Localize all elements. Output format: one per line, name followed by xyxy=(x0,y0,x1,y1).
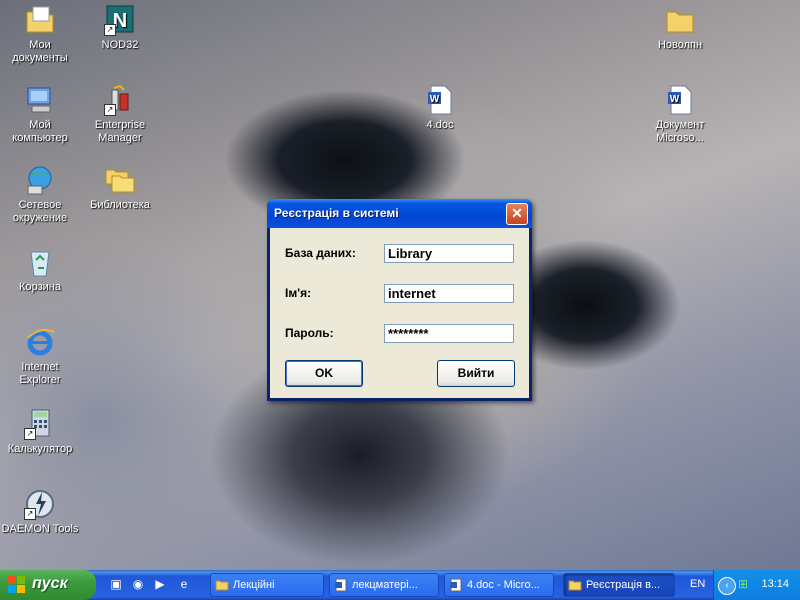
close-icon: ✕ xyxy=(511,205,523,221)
icon-label: DAEMON Tools xyxy=(1,523,79,535)
desktop-icon-daemon-tools[interactable]: ↗ DAEMON Tools xyxy=(0,488,80,536)
icon-label: Библиотека xyxy=(90,199,150,211)
desktop-icon-network[interactable]: Сетевое окружение xyxy=(0,164,80,225)
word-document-icon: W xyxy=(664,84,696,116)
icon-label: Сетевое окружение xyxy=(12,199,68,224)
desktop-icon-recycle-bin[interactable]: Корзина xyxy=(0,246,80,294)
icon-label: NOD32 xyxy=(101,39,139,51)
taskbar-item-label: Лекційні xyxy=(233,579,275,591)
dialog-body: База даних: Library Ім'я: internet Парол… xyxy=(270,228,529,398)
close-button[interactable]: ✕ xyxy=(506,203,528,225)
desktop-icon-internet-explorer[interactable]: Internet Explorer xyxy=(0,326,80,387)
icon-label: Корзина xyxy=(19,281,61,293)
media-player-icon[interactable]: ◉ xyxy=(130,576,146,592)
network-tray-icon[interactable]: ⊞ xyxy=(738,577,752,591)
internet-explorer-icon xyxy=(24,326,56,358)
icon-label: Мои документы xyxy=(12,39,68,64)
windows-logo-icon xyxy=(8,576,26,594)
name-input[interactable]: internet xyxy=(384,284,514,303)
desktop[interactable]: Мои документы Мой компьютер Сетевое окру… xyxy=(0,0,800,570)
desktop-icon-novolpn[interactable]: Новолпн xyxy=(640,4,720,52)
exit-button[interactable]: Вийти xyxy=(437,360,515,387)
word-document-icon xyxy=(334,578,348,592)
taskbar-item-label: лекцматері... xyxy=(352,579,418,591)
folder-icon xyxy=(215,578,229,592)
svg-text:W: W xyxy=(430,94,440,105)
desktop-icon-my-documents[interactable]: Мои документы xyxy=(0,4,80,65)
folder-icon xyxy=(24,4,56,36)
ok-button[interactable]: OK xyxy=(285,360,363,387)
taskbar-item-label: 4.doc - Micro... xyxy=(467,579,540,591)
desktop-icon-calculator[interactable]: ↗ Калькулятор xyxy=(0,408,80,456)
database-input[interactable]: Library xyxy=(384,244,514,263)
icon-label: 4.doc xyxy=(426,119,454,131)
password-label: Пароль: xyxy=(285,326,334,340)
start-label: пуск xyxy=(32,575,68,592)
internet-explorer-icon[interactable]: e xyxy=(176,576,192,592)
taskbar-item-label: Реєстрація в... xyxy=(586,579,661,591)
desktop-icon-word-document[interactable]: W Документ Microso... xyxy=(640,84,720,145)
icon-label: Internet Explorer xyxy=(19,361,61,386)
show-desktop-icon[interactable]: ▣ xyxy=(108,576,124,592)
desktop-icon-nod32[interactable]: N ↗ NOD32 xyxy=(80,4,160,52)
word-document-icon xyxy=(449,578,463,592)
shortcut-arrow-icon: ↗ xyxy=(104,24,116,36)
icon-label: Новолпн xyxy=(657,39,703,51)
recycle-bin-icon xyxy=(24,246,56,278)
desktop-icon-4-doc[interactable]: W 4.doc xyxy=(400,84,480,132)
network-globe-icon xyxy=(24,164,56,196)
icon-label: Калькулятор xyxy=(7,443,73,455)
taskbar-item-4-doc[interactable]: 4.doc - Micro... xyxy=(444,573,554,597)
calculator-icon: ↗ xyxy=(24,408,56,440)
nod32-icon: N ↗ xyxy=(104,4,136,36)
daemon-tools-icon: ↗ xyxy=(24,488,56,520)
desktop-icon-library[interactable]: Библиотека xyxy=(80,164,160,212)
tray-expand-icon[interactable]: ‹ xyxy=(718,577,736,595)
taskbar: пуск ▣ ◉ ▶ e Лекційні лекцматері... 4.do… xyxy=(0,570,800,600)
shortcut-arrow-icon: ↗ xyxy=(24,428,36,440)
taskbar-item-lekciyni[interactable]: Лекційні xyxy=(210,573,324,597)
taskbar-item-lekcmateri[interactable]: лекцматері... xyxy=(329,573,439,597)
desktop-icon-my-computer[interactable]: Мой компьютер xyxy=(0,84,80,145)
system-tray: ‹ ⊞ 13:14 xyxy=(713,570,800,600)
svg-text:W: W xyxy=(670,94,680,105)
computer-icon xyxy=(24,84,56,116)
database-label: База даних: xyxy=(285,246,356,260)
icon-label: Мой компьютер xyxy=(12,119,68,144)
start-button[interactable]: пуск xyxy=(0,570,96,600)
name-label: Ім'я: xyxy=(285,286,312,300)
folder-icon xyxy=(664,4,696,36)
taskbar-item-registration[interactable]: Реєстрація в... xyxy=(563,573,675,597)
desktop-icon-enterprise-manager[interactable]: ↗ Enterprise Manager xyxy=(80,84,160,145)
dialog-title: Реєстрація в системі xyxy=(274,206,399,220)
icon-label: Enterprise Manager xyxy=(94,119,146,144)
login-dialog[interactable]: Реєстрація в системі ✕ База даних: Libra… xyxy=(267,199,532,401)
folders-icon xyxy=(568,578,582,592)
clock[interactable]: 13:14 xyxy=(761,578,789,590)
media-icon[interactable]: ▶ xyxy=(152,576,168,592)
word-document-icon: W xyxy=(424,84,456,116)
enterprise-manager-icon: ↗ xyxy=(104,84,136,116)
language-indicator[interactable]: EN xyxy=(690,578,705,590)
shortcut-arrow-icon: ↗ xyxy=(24,508,36,520)
dialog-titlebar[interactable]: Реєстрація в системі ✕ xyxy=(267,199,532,228)
password-input[interactable]: ******** xyxy=(384,324,514,343)
shortcut-arrow-icon: ↗ xyxy=(104,104,116,116)
folders-icon xyxy=(104,164,136,196)
icon-label: Документ Microso... xyxy=(655,119,705,144)
